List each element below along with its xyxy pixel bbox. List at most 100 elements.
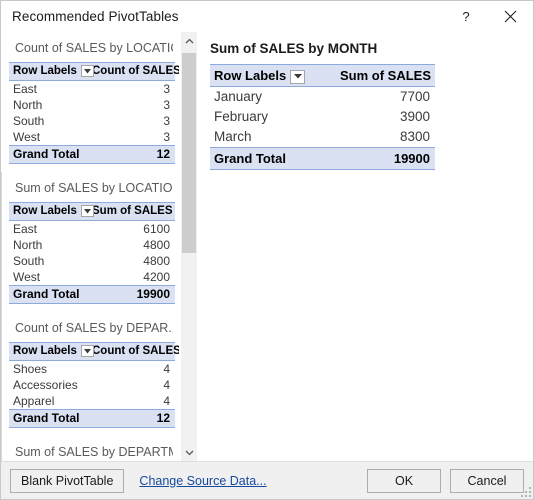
row-label: March [210, 127, 323, 148]
pivot-header-row-labels: Row Labels [210, 65, 323, 87]
filter-dropdown-icon[interactable] [81, 345, 94, 357]
chevron-down-icon [185, 450, 194, 456]
grand-total-row: Grand Total12 [9, 410, 175, 428]
row-label: West [9, 269, 92, 286]
filter-dropdown-icon[interactable] [81, 205, 94, 217]
table-row: West3 [9, 129, 175, 146]
pivot-header-value: Count of SALES [92, 343, 175, 361]
close-button[interactable] [488, 2, 533, 32]
row-label: Shoes [9, 361, 92, 378]
row-value: 3 [92, 97, 175, 113]
pivot-header-row-labels: Row Labels [9, 343, 92, 361]
row-label: North [9, 237, 92, 253]
grand-total-row: Grand Total19900 [9, 286, 175, 304]
dialog-title: Recommended PivotTables [12, 9, 443, 24]
row-label: North [9, 97, 92, 113]
list-item[interactable]: Count of SALES by DEPAR... Row Labels Co… [1, 312, 179, 436]
table-row: West4200 [9, 269, 175, 286]
pivot-header-value: Sum of SALES [92, 203, 175, 221]
scroll-down-button[interactable] [181, 444, 197, 461]
pivot-header-row-labels: Row Labels [9, 203, 92, 221]
grand-total-value: 12 [92, 146, 175, 164]
pivottable-preview-pane: Sum of SALES by MONTH Row Labels Sum of … [197, 32, 533, 461]
question-mark-icon: ? [460, 10, 472, 24]
grand-total-row: Grand Total12 [9, 146, 175, 164]
row-value: 8300 [323, 127, 436, 148]
pivot-header-value: Count of SALES [92, 63, 175, 81]
table-row: Apparel4 [9, 393, 175, 410]
grand-total-label: Grand Total [9, 146, 92, 164]
table-row: South4800 [9, 253, 175, 269]
table-row: January7700 [210, 87, 435, 108]
row-label: January [210, 87, 323, 108]
table-row: East6100 [9, 221, 175, 238]
grand-total-label: Grand Total [210, 148, 323, 170]
title-bar: Recommended PivotTables ? [1, 1, 533, 32]
recommendations-scrollbar[interactable] [180, 32, 197, 461]
table-row: North4800 [9, 237, 175, 253]
grand-total-label: Grand Total [9, 410, 92, 428]
preview-title: Sum of SALES by MONTH [210, 41, 533, 64]
row-value: 4 [92, 361, 175, 378]
row-value: 4 [92, 393, 175, 410]
list-item[interactable]: Sum of SALES by LOCATION Row Labels Sum … [1, 172, 179, 312]
row-value: 7700 [323, 87, 436, 108]
row-value: 3900 [323, 107, 436, 127]
dialog-footer: Blank PivotTable Change Source Data... O… [1, 461, 533, 499]
grand-total-label: Grand Total [9, 286, 92, 304]
pivot-header-value: Sum of SALES [323, 65, 436, 87]
dialog-body: Count of SALES by LOCATION Row Labels Co… [1, 32, 533, 461]
resize-grip[interactable] [520, 486, 531, 497]
pivot-header-row-labels: Row Labels [9, 63, 92, 81]
table-row: South3 [9, 113, 175, 129]
recommended-pivottables-dialog: Recommended PivotTables ? Count of SALES… [0, 0, 534, 500]
row-label: February [210, 107, 323, 127]
row-value: 4 [92, 377, 175, 393]
cancel-button[interactable]: Cancel [450, 469, 524, 493]
svg-text:?: ? [462, 10, 469, 24]
grand-total-value: 19900 [92, 286, 175, 304]
recommendation-caption: Count of SALES by LOCATION [9, 38, 173, 62]
chevron-up-icon [185, 38, 194, 44]
help-button[interactable]: ? [443, 2, 488, 32]
filter-dropdown-icon[interactable] [81, 65, 94, 77]
pivot-header-row: Row Labels Sum of SALES [210, 65, 435, 87]
mini-pivot-table: Row Labels Sum of SALES East6100 North48… [9, 202, 175, 304]
blank-pivottable-button[interactable]: Blank PivotTable [10, 469, 124, 493]
row-value: 3 [92, 129, 175, 146]
pivot-header-row: Row Labels Count of SALES [9, 343, 175, 361]
list-item[interactable]: Count of SALES by LOCATION Row Labels Co… [1, 32, 179, 172]
scrollbar-thumb[interactable] [182, 53, 196, 253]
table-row: North3 [9, 97, 175, 113]
scroll-up-button[interactable] [181, 32, 197, 49]
row-value: 4200 [92, 269, 175, 286]
row-label: Apparel [9, 393, 92, 410]
grand-total-value: 19900 [323, 148, 436, 170]
filter-dropdown-icon[interactable] [290, 70, 305, 84]
row-label: South [9, 113, 92, 129]
row-label: East [9, 81, 92, 98]
grand-total-value: 12 [92, 410, 175, 428]
grand-total-row: Grand Total19900 [210, 148, 435, 170]
ok-button[interactable]: OK [367, 469, 441, 493]
row-label: West [9, 129, 92, 146]
row-value: 6100 [92, 221, 175, 238]
preview-pivot-table: Row Labels Sum of SALES January7700 Febr… [210, 64, 435, 170]
row-label: Accessories [9, 377, 92, 393]
table-row: February3900 [210, 107, 435, 127]
table-row: March8300 [210, 127, 435, 148]
mini-pivot-table: Row Labels Count of SALES Shoes4 Accesso… [9, 342, 175, 428]
table-row: East3 [9, 81, 175, 98]
recommendation-caption: Count of SALES by DEPAR... [9, 318, 173, 342]
pivot-header-row: Row Labels Count of SALES [9, 63, 175, 81]
pivot-header-row: Row Labels Sum of SALES [9, 203, 175, 221]
recommendations-list[interactable]: Count of SALES by LOCATION Row Labels Co… [1, 32, 180, 461]
row-value: 4800 [92, 253, 175, 269]
row-value: 3 [92, 113, 175, 129]
table-row: Shoes4 [9, 361, 175, 378]
recommendation-caption: Sum of SALES by DEPARTMENT [9, 442, 173, 461]
list-item[interactable]: Sum of SALES by DEPARTMENT Row Labels Su… [1, 436, 179, 461]
change-source-data-link[interactable]: Change Source Data... [139, 474, 266, 488]
row-label: South [9, 253, 92, 269]
mini-pivot-table: Row Labels Count of SALES East3 North3 S… [9, 62, 175, 164]
